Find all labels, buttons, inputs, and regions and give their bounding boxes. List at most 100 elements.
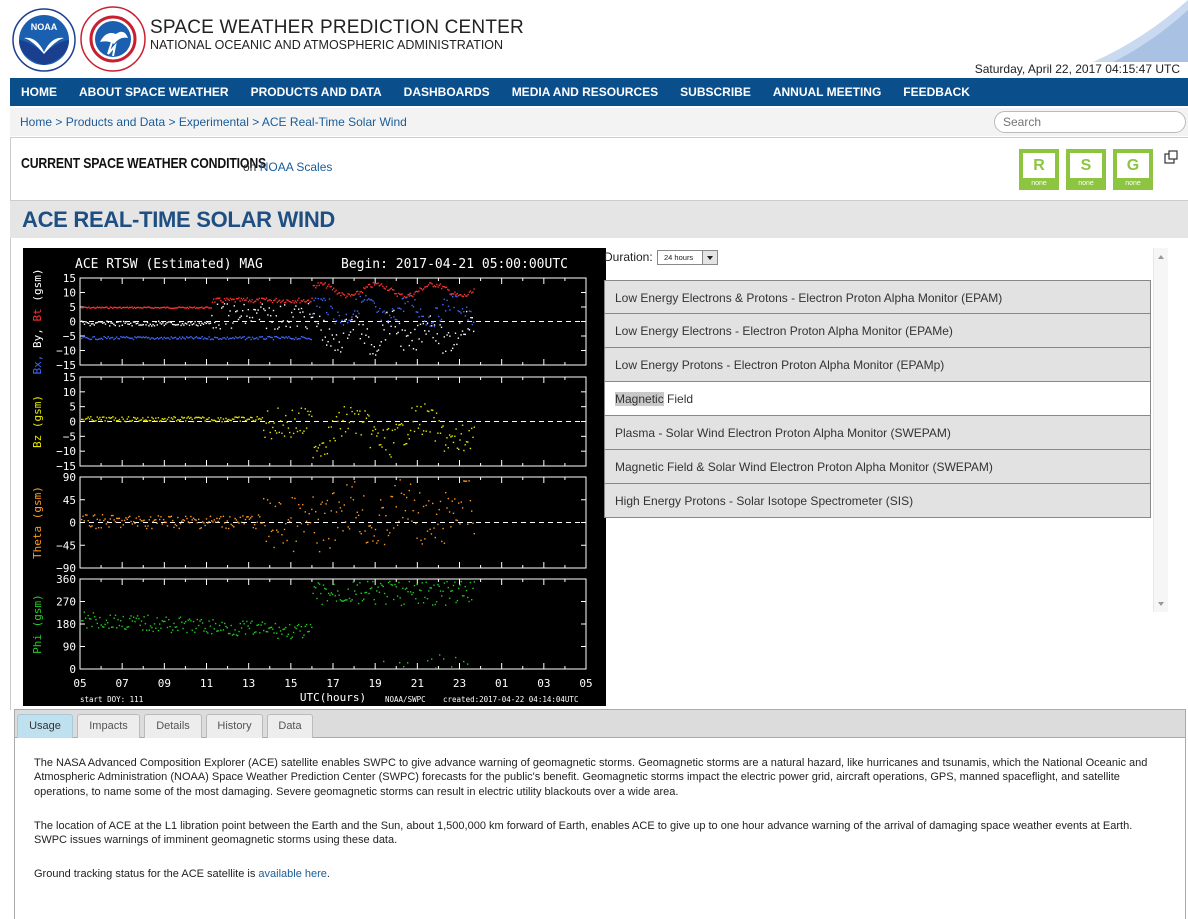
phi-data-point <box>352 581 355 583</box>
tab-details[interactable]: Details <box>144 714 202 738</box>
product-item-sis[interactable]: High Energy Protons - Solar Isotope Spec… <box>604 484 1151 518</box>
bz-data-point <box>433 416 435 419</box>
by-data-point <box>127 323 129 325</box>
tab-usage[interactable]: Usage <box>17 714 73 738</box>
theta-data-point <box>187 521 189 523</box>
theta-data-point <box>376 542 378 544</box>
theta-data-point <box>196 521 199 524</box>
theta-data-point <box>136 525 139 527</box>
by-data-point <box>270 315 272 317</box>
noaa-logo[interactable]: NOAA <box>12 8 76 72</box>
search-input[interactable] <box>994 111 1186 133</box>
bz-data-point <box>168 416 170 419</box>
bz-data-point <box>382 429 384 431</box>
product-item-epame[interactable]: Low Energy Electrons - Electron Proton A… <box>604 314 1151 348</box>
g-scale-badge[interactable]: G none <box>1113 149 1153 190</box>
theta-data-point <box>91 525 93 527</box>
bt-data-point <box>393 289 395 291</box>
bt-data-point <box>186 306 188 309</box>
by-data-point <box>317 322 319 325</box>
by-data-point <box>191 323 193 326</box>
phi-data-point <box>214 622 217 625</box>
by-data-point <box>240 315 242 317</box>
usage-paragraph-3: Ground tracking status for the ACE satel… <box>34 867 1164 881</box>
theta-data-point <box>129 515 131 517</box>
bt-data-point <box>336 293 338 295</box>
bt-data-point <box>334 290 336 293</box>
breadcrumb-home[interactable]: Home <box>20 115 52 129</box>
product-item-plasma[interactable]: Plasma - Solar Wind Electron Proton Alph… <box>604 416 1151 450</box>
popout-icon[interactable] <box>1164 150 1178 164</box>
bt-data-point <box>438 284 440 287</box>
scroll-down-arrow-icon[interactable] <box>1158 602 1164 606</box>
bx-data-point <box>307 337 310 340</box>
tab-history[interactable]: History <box>206 714 263 738</box>
bt-data-point <box>262 297 264 299</box>
bx-data-point <box>243 335 245 338</box>
nav-annual-meeting[interactable]: ANNUAL MEETING <box>762 78 892 106</box>
s-scale-badge[interactable]: S none <box>1066 149 1106 190</box>
by-data-point <box>250 320 252 322</box>
by-data-point <box>362 323 364 326</box>
nav-about-space-weather[interactable]: ABOUT SPACE WEATHER <box>68 78 240 106</box>
noaa-scales-link[interactable]: NOAA Scales <box>260 160 333 174</box>
theta-data-point <box>268 535 270 538</box>
ground-tracking-link[interactable]: available here <box>258 868 327 880</box>
theta-data-point <box>204 524 206 527</box>
nav-feedback[interactable]: FEEDBACK <box>892 78 981 106</box>
bt-data-point <box>160 306 162 309</box>
by-data-point <box>400 345 402 347</box>
breadcrumb-experimental[interactable]: Experimental <box>179 115 249 129</box>
product-item-mag-swepam[interactable]: Magnetic Field & Solar Wind Electron Pro… <box>604 450 1151 484</box>
bx-data-point <box>278 337 280 340</box>
by-data-point <box>282 320 284 322</box>
nav-dashboards[interactable]: DASHBOARDS <box>393 78 501 106</box>
theta-data-point <box>383 543 386 546</box>
by-data-point <box>349 331 352 333</box>
phi-data-point <box>277 637 279 640</box>
bz-data-point <box>87 416 89 418</box>
site-title[interactable]: SPACE WEATHER PREDICTION CENTER <box>150 17 524 39</box>
phi-data-point <box>151 626 153 629</box>
nav-home[interactable]: HOME <box>10 78 68 106</box>
phi-data-point <box>398 581 400 584</box>
duration-select[interactable]: 24 hours <box>657 250 718 265</box>
bt-data-point <box>310 300 312 303</box>
phi-data-point <box>393 598 395 601</box>
nav-products-and-data[interactable]: PRODUCTS AND DATA <box>240 78 393 106</box>
bz-data-point <box>129 420 131 422</box>
tab-data[interactable]: Data <box>267 714 313 738</box>
product-item-epamp[interactable]: Low Energy Protons - Electron Proton Alp… <box>604 348 1151 382</box>
theta-data-point <box>395 506 397 508</box>
bz-data-point <box>104 420 106 422</box>
product-list: Low Energy Electrons & Protons - Electro… <box>604 280 1151 518</box>
nav-media-and-resources[interactable]: MEDIA AND RESOURCES <box>501 78 669 106</box>
bx-data-point <box>403 310 405 312</box>
bx-data-point <box>237 337 240 339</box>
phi-data-point <box>209 625 212 627</box>
product-list-scrollbar[interactable] <box>1153 248 1168 612</box>
product-item-magnetic-field[interactable]: Magnetic Field <box>604 382 1151 416</box>
theta-data-point <box>255 527 257 530</box>
bt-data-point <box>365 286 367 288</box>
product-item-epam[interactable]: Low Energy Electrons & Protons - Electro… <box>604 280 1151 314</box>
nws-logo[interactable] <box>80 6 146 72</box>
theta-data-point <box>360 532 362 535</box>
nav-subscribe[interactable]: SUBSCRIBE <box>669 78 762 106</box>
bz-data-point <box>143 419 145 422</box>
bz-data-point <box>320 455 322 457</box>
r-scale-badge[interactable]: R none <box>1019 149 1059 190</box>
bt-data-point <box>215 298 217 300</box>
breadcrumb-products-and-data[interactable]: Products and Data <box>66 115 165 129</box>
tab-impacts[interactable]: Impacts <box>77 714 140 738</box>
y-tick-label: 15 <box>63 272 76 285</box>
bt-data-point <box>255 300 257 302</box>
theta-data-point <box>225 527 227 529</box>
bx-data-point <box>431 322 433 324</box>
bx-data-point <box>222 337 224 339</box>
scroll-up-arrow-icon[interactable] <box>1158 255 1164 259</box>
by-data-point <box>233 305 235 307</box>
bz-data-point <box>415 410 417 412</box>
breadcrumb-current-page[interactable]: ACE Real-Time Solar Wind <box>262 115 407 129</box>
bt-data-point <box>445 286 448 288</box>
